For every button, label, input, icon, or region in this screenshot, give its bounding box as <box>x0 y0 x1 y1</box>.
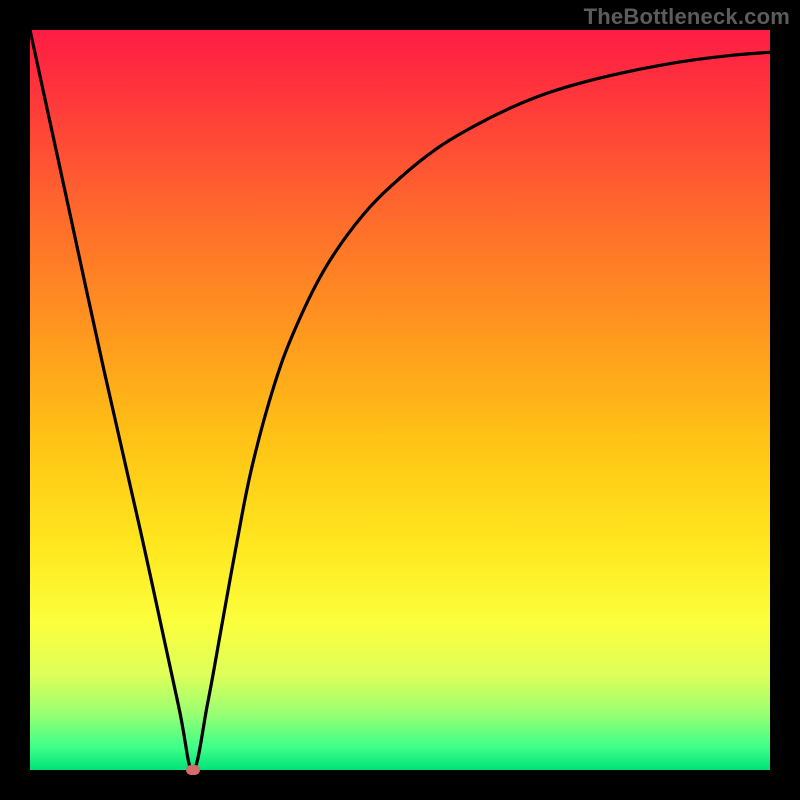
chart-frame: TheBottleneck.com <box>0 0 800 800</box>
watermark-text: TheBottleneck.com <box>584 4 790 30</box>
optimum-marker <box>186 765 200 775</box>
bottleneck-curve-path <box>30 30 770 770</box>
plot-area <box>30 30 770 770</box>
curve-svg <box>30 30 770 770</box>
